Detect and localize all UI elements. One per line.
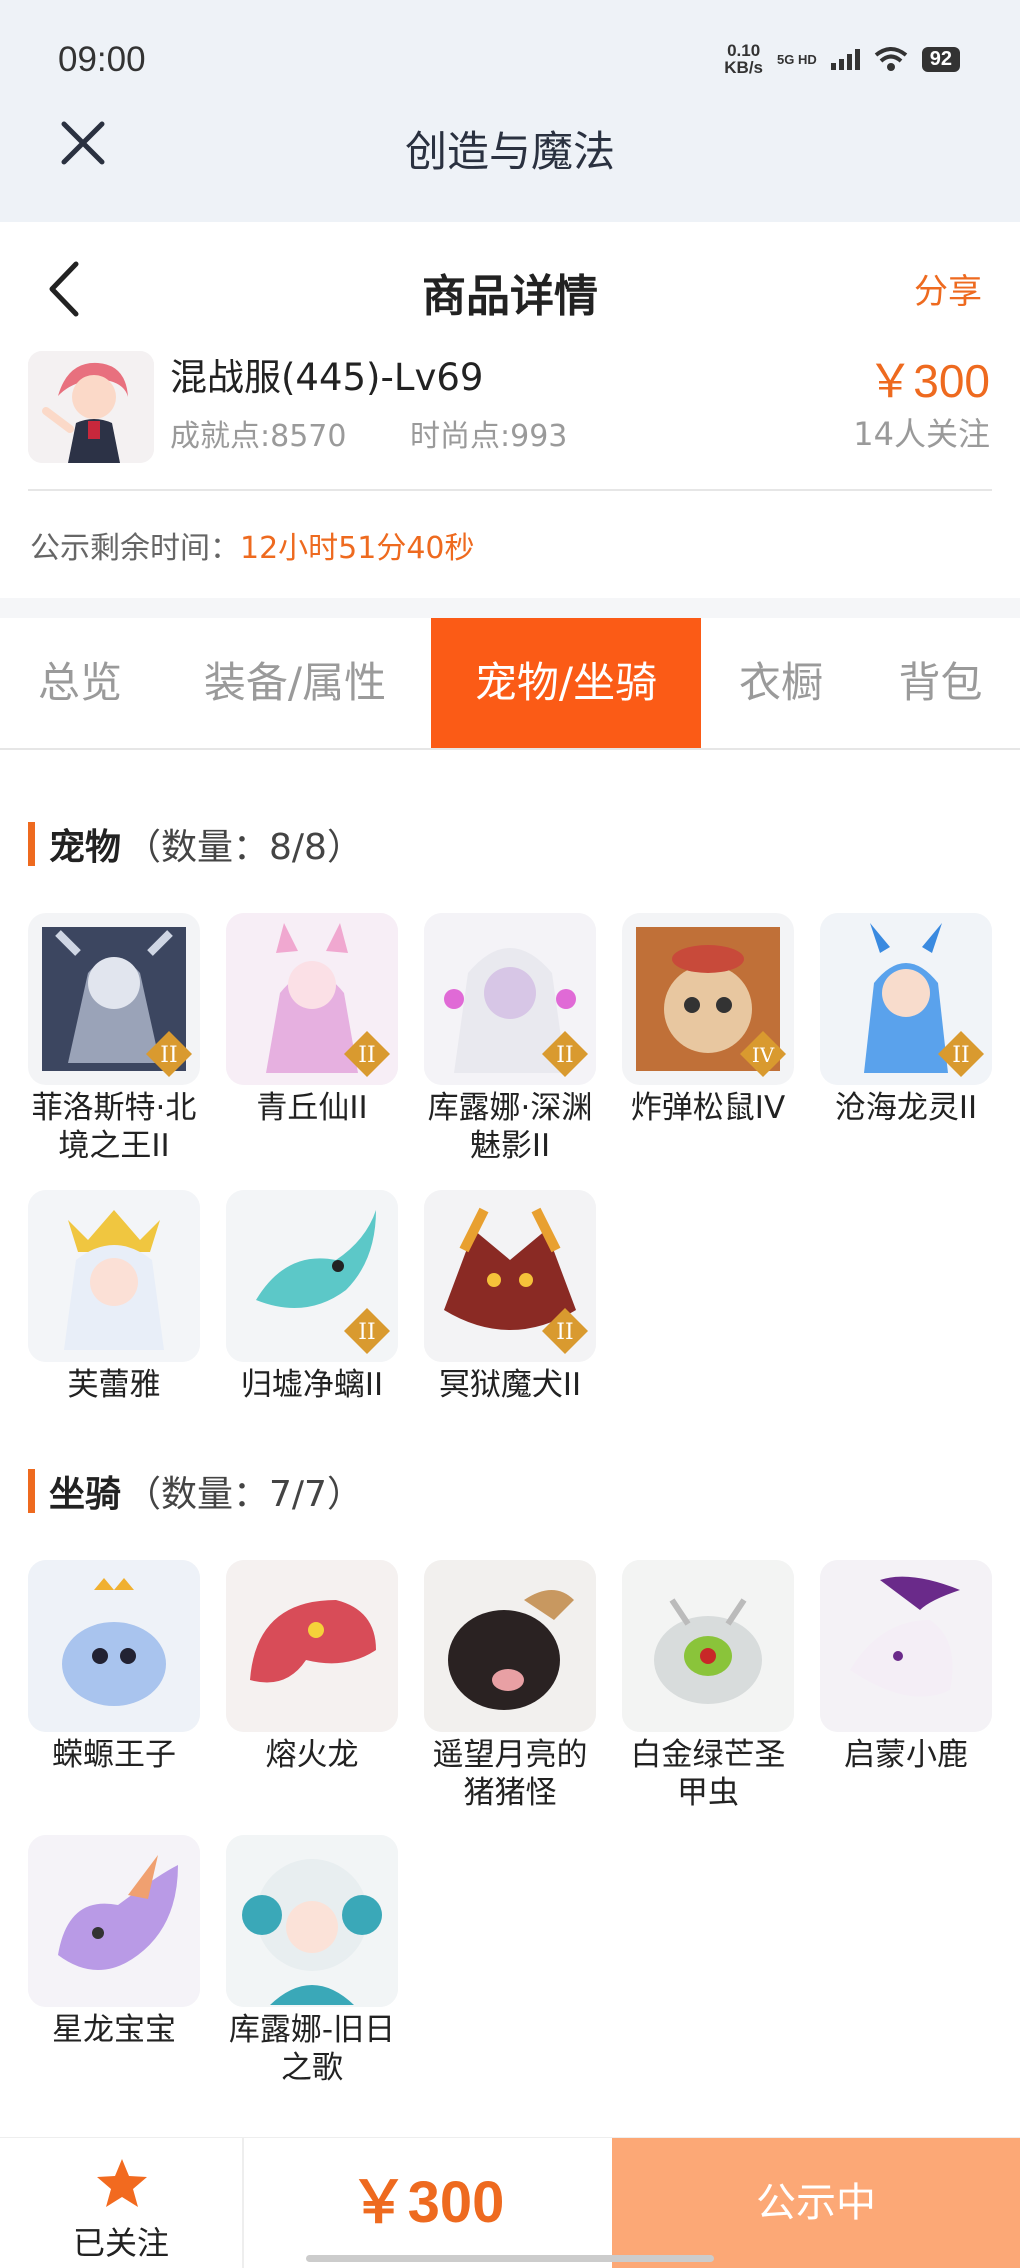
status-icons: 0.10 KB/s 5G HD 92 (724, 42, 960, 76)
pet-name: 归墟净螭II (240, 1367, 384, 1403)
follow-count: 14人关注 (853, 415, 990, 453)
product-summary: 混战服(445)-Lv69 成就点:8570 时尚点:993 ￥300 14人关… (0, 345, 1020, 465)
svg-text:II: II (556, 1043, 573, 1068)
fashion-points: 时尚点:993 (410, 419, 568, 454)
mount-thumbnail (226, 1835, 398, 2007)
share-button[interactable]: 分享 (914, 264, 982, 313)
mount-thumbnail (424, 1560, 596, 1732)
svg-text:IV: IV (752, 1043, 775, 1067)
character-avatar (28, 351, 154, 463)
pet-thumbnail (28, 1190, 200, 1362)
mount-name: 启蒙小鹿 (844, 1737, 968, 1773)
signal-label: 5G HD (777, 51, 817, 67)
mount-item[interactable]: 蝾螈王子 (28, 1560, 200, 1774)
star-icon (97, 2159, 147, 2207)
mount-thumbnail (820, 1560, 992, 1732)
page-title: 商品详情 (422, 271, 598, 322)
net-speed: 0.10 KB/s (724, 41, 764, 77)
bottom-bar: 已关注 ￥300 公示中 (0, 2137, 1020, 2268)
app-title: 创造与魔法 (404, 127, 615, 176)
pet-thumbnail: II (226, 913, 398, 1085)
divider (28, 489, 992, 491)
countdown-value: 12小时51分40秒 (240, 531, 475, 566)
top-bar: 09:00 0.10 KB/s 5G HD 92 创造与魔法 (0, 0, 1020, 222)
pet-item[interactable]: II 归墟净螭II (226, 1190, 398, 1404)
pet-item[interactable]: II 菲洛斯特·北境之王II (28, 913, 200, 1165)
tab-bar: 总览 装备/属性 宠物/坐骑 衣橱 背包 (0, 618, 1020, 750)
home-indicator[interactable] (306, 2255, 714, 2262)
tab-equipment[interactable]: 装备/属性 (160, 618, 430, 748)
pet-item[interactable]: II 库露娜·深渊魅影II (424, 913, 596, 1165)
public-countdown: 公示剩余时间：12小时51分40秒 (30, 531, 475, 566)
battery-icon: 92 (921, 46, 960, 72)
pet-item[interactable]: 芙蕾雅 (28, 1190, 200, 1404)
rank-badge: IV (740, 1031, 786, 1077)
pet-item[interactable]: II 冥狱魔犬II (424, 1190, 596, 1404)
rank-badge: II (542, 1308, 588, 1354)
pet-thumbnail: II (226, 1190, 398, 1362)
pet-thumbnail: II (28, 913, 200, 1085)
product-price: ￥300 (867, 355, 990, 407)
follow-button[interactable]: 已关注 (0, 2138, 244, 2268)
public-status-button[interactable]: 公示中 (612, 2138, 1020, 2268)
svg-text:II: II (358, 1320, 375, 1345)
svg-text:II: II (556, 1320, 573, 1345)
achievement-points: 成就点:8570 (170, 419, 347, 454)
pet-item[interactable]: IV 炸弹松鼠IV (622, 913, 794, 1127)
pet-thumbnail: II (820, 913, 992, 1085)
product-stats: 成就点:8570 时尚点:993 (170, 411, 621, 455)
rank-badge: II (938, 1031, 984, 1077)
mount-name: 库露娜-旧日之歌 (228, 2012, 396, 2086)
pet-name: 青丘仙II (256, 1090, 368, 1126)
follow-label: 已关注 (72, 2224, 169, 2262)
pet-thumbnail: II (424, 913, 596, 1085)
rank-badge: II (344, 1308, 390, 1354)
mount-item[interactable]: 遥望月亮的猪猪怪 (424, 1560, 596, 1812)
tab-pets-mounts[interactable]: 宠物/坐骑 (431, 618, 701, 748)
rank-badge: II (344, 1031, 390, 1077)
mount-item[interactable]: 库露娜-旧日之歌 (226, 1835, 398, 2087)
pet-thumbnail: II (424, 1190, 596, 1362)
mount-item[interactable]: 星龙宝宝 (28, 1835, 200, 2049)
mount-name: 白金绿芒圣甲虫 (630, 1737, 786, 1811)
mounts-section-title: 坐骑 （数量：7/7） (28, 1465, 363, 1517)
tab-wardrobe[interactable]: 衣橱 (701, 618, 861, 748)
pet-name: 冥狱魔犬II (438, 1367, 582, 1403)
svg-text:II: II (160, 1043, 177, 1068)
mount-name: 遥望月亮的猪猪怪 (432, 1737, 588, 1811)
product-name: 混战服(445)-Lv69 (170, 356, 484, 399)
pet-name: 沧海龙灵II (834, 1090, 978, 1126)
section-separator (0, 598, 1020, 618)
rank-badge: II (542, 1031, 588, 1077)
svg-text:II: II (952, 1043, 969, 1068)
tab-overview[interactable]: 总览 (0, 618, 160, 748)
mount-thumbnail (622, 1560, 794, 1732)
mount-name: 熔火龙 (265, 1737, 359, 1773)
pets-section-title: 宠物 （数量：8/8） (28, 818, 363, 870)
mount-name: 蝾螈王子 (52, 1737, 176, 1773)
pet-name: 菲洛斯特·北境之王II (31, 1090, 197, 1164)
pet-item[interactable]: II 沧海龙灵II (820, 913, 992, 1127)
signal-icon (830, 48, 860, 70)
mount-name: 星龙宝宝 (52, 2012, 176, 2048)
wifi-icon (874, 47, 907, 71)
mount-thumbnail (28, 1560, 200, 1732)
mount-item[interactable]: 白金绿芒圣甲虫 (622, 1560, 794, 1812)
svg-text:II: II (358, 1043, 375, 1068)
pet-name: 芙蕾雅 (67, 1367, 161, 1403)
tab-bag[interactable]: 背包 (861, 618, 1020, 748)
pet-name: 炸弹松鼠IV (630, 1090, 786, 1126)
rank-badge: II (146, 1031, 192, 1077)
pet-thumbnail: IV (622, 913, 794, 1085)
mount-item[interactable]: 启蒙小鹿 (820, 1560, 992, 1774)
pet-name: 库露娜·深渊魅影II (427, 1090, 593, 1164)
mount-item[interactable]: 熔火龙 (226, 1560, 398, 1774)
mount-thumbnail (226, 1560, 398, 1732)
mount-thumbnail (28, 1835, 200, 2007)
pet-item[interactable]: II 青丘仙II (226, 913, 398, 1127)
page-header: 商品详情 分享 (0, 222, 1020, 352)
bottom-price: ￥300 (349, 2170, 505, 2235)
status-time: 09:00 (58, 40, 146, 79)
